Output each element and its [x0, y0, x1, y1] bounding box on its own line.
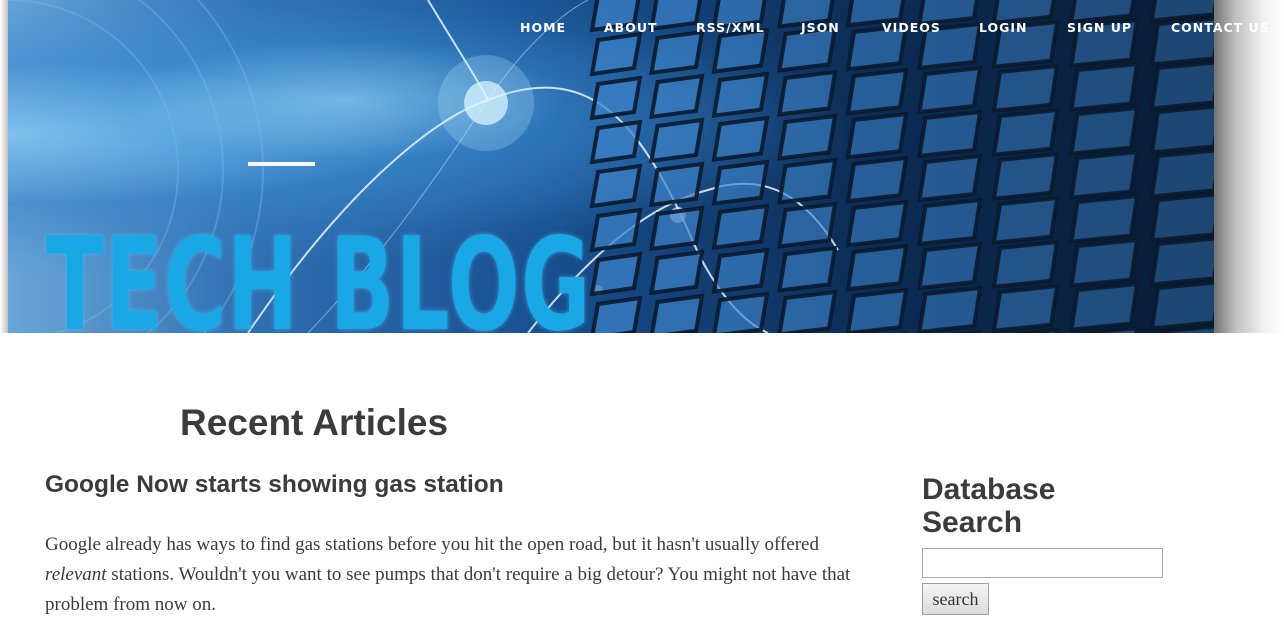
sidebar-title: Database Search — [922, 473, 1056, 539]
nav-about[interactable]: ABOUT — [604, 20, 658, 35]
nav-login[interactable]: LOGIN — [979, 20, 1028, 35]
header-banner: TECH BLOG — [8, 0, 1214, 333]
nav-home[interactable]: HOME — [520, 20, 566, 35]
nav-sign-up[interactable]: SIGN UP — [1067, 20, 1132, 35]
nav-videos[interactable]: VIDEOS — [882, 20, 941, 35]
site-logo[interactable]: TECH BLOG — [46, 222, 592, 334]
grid-tiles — [589, 0, 1214, 333]
article-excerpt: Google already has ways to find gas stat… — [45, 530, 875, 620]
article-text-emphasis: relevant — [45, 564, 107, 585]
top-nav: HOME ABOUT RSS/XML JSON VIDEOS LOGIN SIG… — [0, 20, 1284, 40]
section-title: Recent Articles — [180, 402, 449, 443]
article-title[interactable]: Google Now starts showing gas station — [45, 471, 504, 499]
article-text-part: Google already has ways to find gas stat… — [45, 534, 819, 555]
banner-shadow-left — [0, 0, 8, 333]
logo-underline — [248, 162, 315, 166]
article-text-part: stations. Wouldn't you want to see pumps… — [45, 564, 851, 615]
nav-rss-xml[interactable]: RSS/XML — [696, 20, 765, 35]
search-input[interactable] — [922, 548, 1163, 578]
nav-json[interactable]: JSON — [801, 20, 840, 35]
search-button[interactable]: search — [922, 583, 989, 615]
banner-shadow-right — [1214, 0, 1284, 333]
nav-contact-us[interactable]: CONTACT US — [1171, 20, 1270, 35]
